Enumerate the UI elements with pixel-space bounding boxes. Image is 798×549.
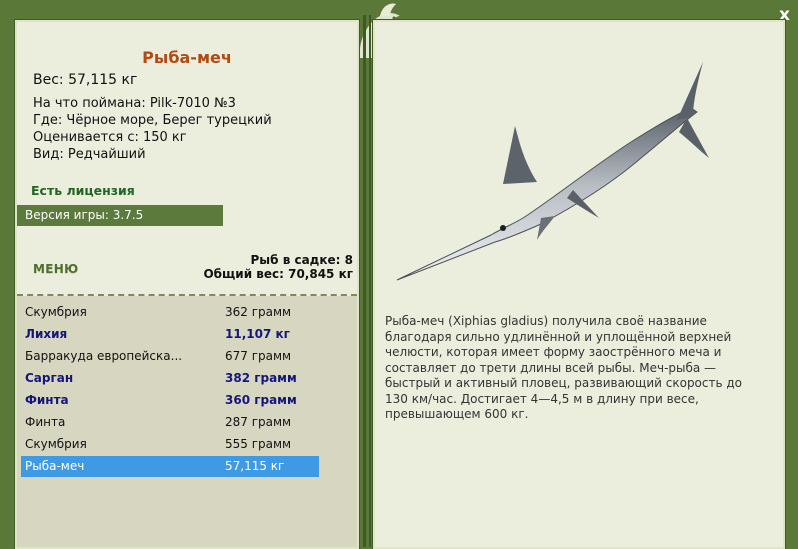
list-item-selected[interactable]: Рыба-меч 57,115 кг: [21, 456, 319, 477]
fish-description: Рыба-меч (Xiphias gladius) получила своё…: [385, 314, 743, 421]
list-item[interactable]: Финта 360 грамм: [21, 390, 319, 411]
list-item[interactable]: Скумбрия 555 грамм: [21, 434, 319, 455]
location: Где: Чёрное море, Берег турецкий: [33, 113, 272, 128]
list-item[interactable]: Барракуда европейска... 677 грамм: [21, 346, 319, 367]
keep-count: Рыб в садке: 8: [250, 253, 354, 267]
fish-kind: Вид: Редчайший: [33, 147, 146, 162]
caught-on: На что поймана: Pilk-7010 №3: [33, 96, 236, 111]
list-item[interactable]: Сарган 382 грамм: [21, 368, 319, 389]
license-status: Есть лицензия: [31, 183, 135, 198]
version-bar: Версия игры: 3.7.5: [17, 205, 223, 226]
list-item[interactable]: Финта 287 грамм: [21, 412, 319, 433]
divider: [369, 15, 371, 547]
divider: [363, 15, 366, 547]
keep-total-weight: Общий вес: 70,845 кг: [203, 267, 353, 281]
list-item[interactable]: Лихия 11,107 кг: [21, 324, 319, 345]
catch-list: Скумбрия 362 грамм Лихия 11,107 кг Барраку…: [17, 296, 357, 547]
fish-title: Рыба-меч: [142, 48, 232, 67]
swordfish-illustration: [396, 62, 709, 281]
list-item[interactable]: Скумбрия 362 грамм: [21, 302, 319, 323]
keep-stats: Рыб в садке: 8 Общий вес: 70,845 кг: [203, 253, 353, 281]
fish-weight: Вес: 57,115 кг: [33, 72, 138, 88]
menu-button[interactable]: МЕНЮ: [33, 262, 78, 276]
fish-info-panel: Рыба-меч Вес: 57,115 кг На что поймана: …: [15, 20, 359, 549]
rated-from: Оценивается с: 150 кг: [33, 130, 187, 145]
fish-description-panel: Рыба-меч (Xiphias gladius) получила своё…: [373, 20, 785, 549]
